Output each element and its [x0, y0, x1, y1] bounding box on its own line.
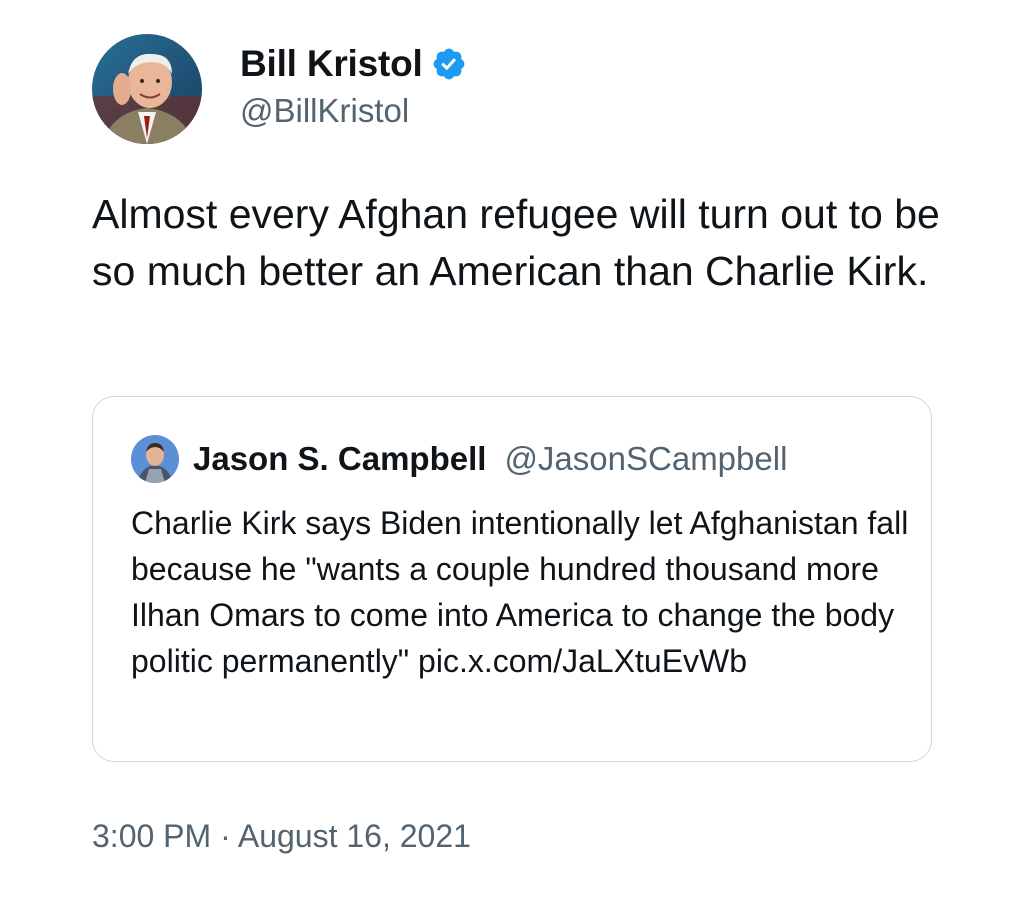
quoted-author-avatar-image: [131, 435, 179, 483]
author-display-name[interactable]: Bill Kristol: [240, 43, 423, 85]
quoted-tweet-header: Jason S. Campbell @JasonSCampbell: [131, 435, 787, 483]
quoted-author-display-name: Jason S. Campbell: [193, 440, 487, 477]
tweet-text: Almost every Afghan refugee will turn ou…: [92, 191, 940, 294]
author-avatar-image: [92, 34, 202, 144]
quoted-tweet-text: Charlie Kirk says Biden intentionally le…: [131, 505, 909, 679]
tweet-timestamp[interactable]: 3:00 PM · August 16, 2021: [92, 818, 471, 855]
display-name-row: Bill Kristol: [240, 42, 467, 86]
author-handle[interactable]: @BillKristol: [240, 92, 467, 130]
quoted-tweet-card[interactable]: Jason S. Campbell @JasonSCampbell Charli…: [92, 396, 932, 762]
author-header: Bill Kristol @BillKristol: [240, 42, 467, 130]
quoted-author-handle: @JasonSCampbell: [504, 440, 788, 477]
verified-badge-icon: [431, 46, 467, 82]
quoted-author-avatar[interactable]: [131, 435, 179, 483]
author-avatar[interactable]: [92, 34, 202, 144]
